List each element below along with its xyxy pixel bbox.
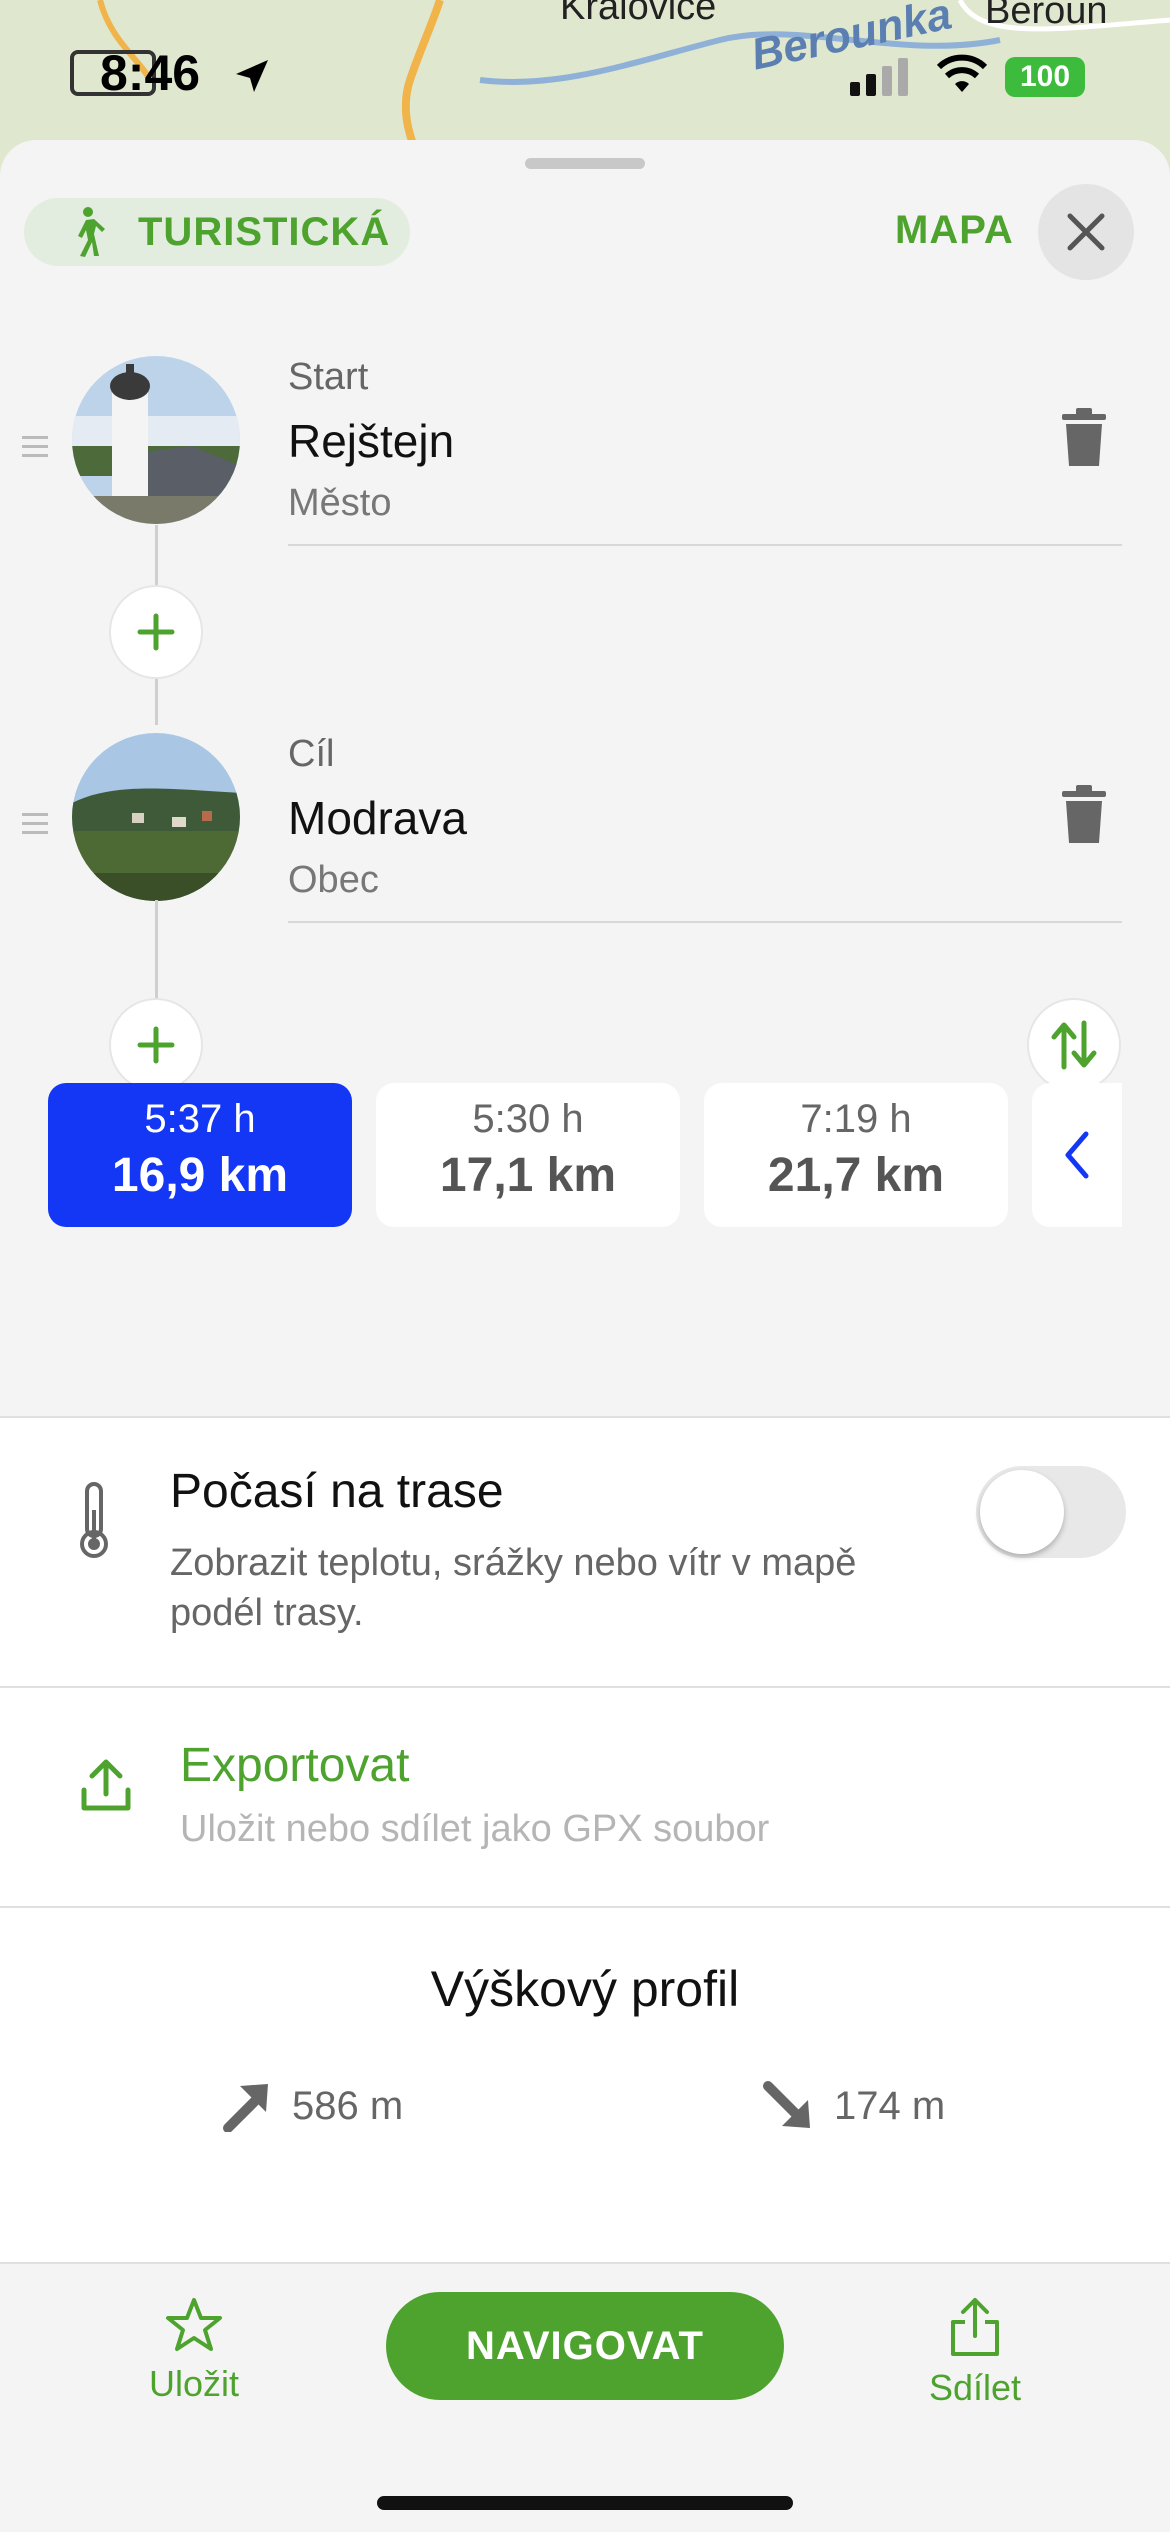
route-duration: 5:30 h [472,1097,584,1141]
weather-description: Zobrazit teplotu, srážky nebo vítr v map… [170,1542,857,1634]
share-icon [951,2298,999,2356]
route-option-3[interactable]: 7:19 h 21,7 km [704,1083,1008,1227]
save-label: Uložit [148,2363,240,2404]
route-option-2[interactable]: 5:30 h 17,1 km [376,1083,680,1227]
chevron-left-icon [1065,1131,1089,1179]
waypoint-divider [288,544,1122,546]
route-connector [155,900,158,1000]
waypoint-name: Modrava [288,792,467,844]
waypoint-start[interactable]: Start Rejštejn Město [0,356,1170,556]
weather-title: Počasí na trase [170,1465,504,1518]
save-button[interactable]: Uložit [140,2296,248,2405]
waypoint-name: Rejštejn [288,415,455,467]
waypoint-subtitle: Obec [288,859,379,901]
waypoint-photo [72,733,240,901]
drag-handle-icon[interactable] [22,436,48,463]
elevation-profile-title: Výškový profil [430,1961,740,2017]
location-arrow-icon [236,60,268,92]
share-button[interactable]: Sdílet [920,2296,1030,2409]
thermometer-icon [80,1482,108,1558]
weather-section: Počasí na trase Zobrazit teplotu, srážky… [0,1418,1170,1686]
plus-icon [137,613,175,651]
elevation-profile-section: Výškový profil 586 m 174 m [0,1908,1170,2262]
ascent-value: 586 m [292,2083,404,2128]
sheet-grabber[interactable] [525,158,645,169]
descent-arrow-icon [763,2081,810,2128]
more-routes-button[interactable] [1032,1083,1122,1227]
export-section[interactable]: Exportovat Uložit nebo sdílet jako GPX s… [0,1688,1170,1906]
upload-icon [81,1759,131,1811]
waypoint-photo [72,356,240,524]
close-button[interactable] [1038,184,1134,280]
ascent-arrow-icon [223,2084,268,2132]
status-time: 8:46 [100,45,201,101]
add-waypoint-button[interactable] [109,998,203,1092]
bottom-action-bar: Uložit NAVIGOVAT Sdílet [0,2262,1170,2532]
navigate-button[interactable]: NAVIGOVAT [386,2292,784,2400]
route-option-1[interactable]: 5:37 h 16,9 km [48,1083,352,1227]
close-icon [1067,213,1105,251]
export-title: Exportovat [180,1739,410,1792]
hiking-icon [78,207,105,257]
route-duration: 7:19 h [800,1097,912,1141]
home-indicator[interactable] [377,2496,793,2510]
plus-icon [137,1026,175,1064]
route-distance: 17,1 km [439,1149,617,1202]
waypoint-destination[interactable]: Cíl Modrava Obec [0,733,1170,933]
battery-indicator: 100 [1005,57,1085,97]
swap-waypoints-button[interactable] [1027,998,1121,1092]
delete-waypoint-icon[interactable] [1060,785,1108,843]
cellular-signal-icon [850,56,908,96]
waypoint-kind: Cíl [288,733,335,775]
map-button[interactable]: MAPA [895,208,1014,253]
add-waypoint-button[interactable] [109,585,203,679]
descent-value: 174 m [834,2083,946,2128]
waypoint-divider [288,921,1122,923]
waypoint-kind: Start [288,356,369,398]
ascent-stat: 586 m [220,2080,403,2132]
descent-stat: 174 m [762,2080,945,2132]
transport-mode-label: TURISTICKÁ [138,209,391,254]
route-distance: 21,7 km [767,1149,945,1202]
toggle-knob [980,1470,1064,1554]
route-distance: 16,9 km [111,1149,289,1202]
route-alternatives: 5:37 h 16,9 km 5:30 h 17,1 km 7:19 h 21,… [48,1083,1148,1227]
route-duration: 5:37 h [144,1097,256,1141]
wifi-icon [936,54,988,92]
delete-waypoint-icon[interactable] [1060,408,1108,466]
export-subtitle: Uložit nebo sdílet jako GPX soubor [180,1808,770,1850]
star-icon [166,2298,222,2351]
waypoint-subtitle: Město [288,482,392,524]
status-bar: 8:46 100 [0,0,1170,150]
transport-mode-selector[interactable]: TURISTICKÁ [24,198,410,266]
weather-toggle[interactable] [976,1466,1126,1558]
share-label: Sdílet [928,2367,1022,2408]
swap-icon [1051,1020,1097,1070]
drag-handle-icon[interactable] [22,813,48,840]
